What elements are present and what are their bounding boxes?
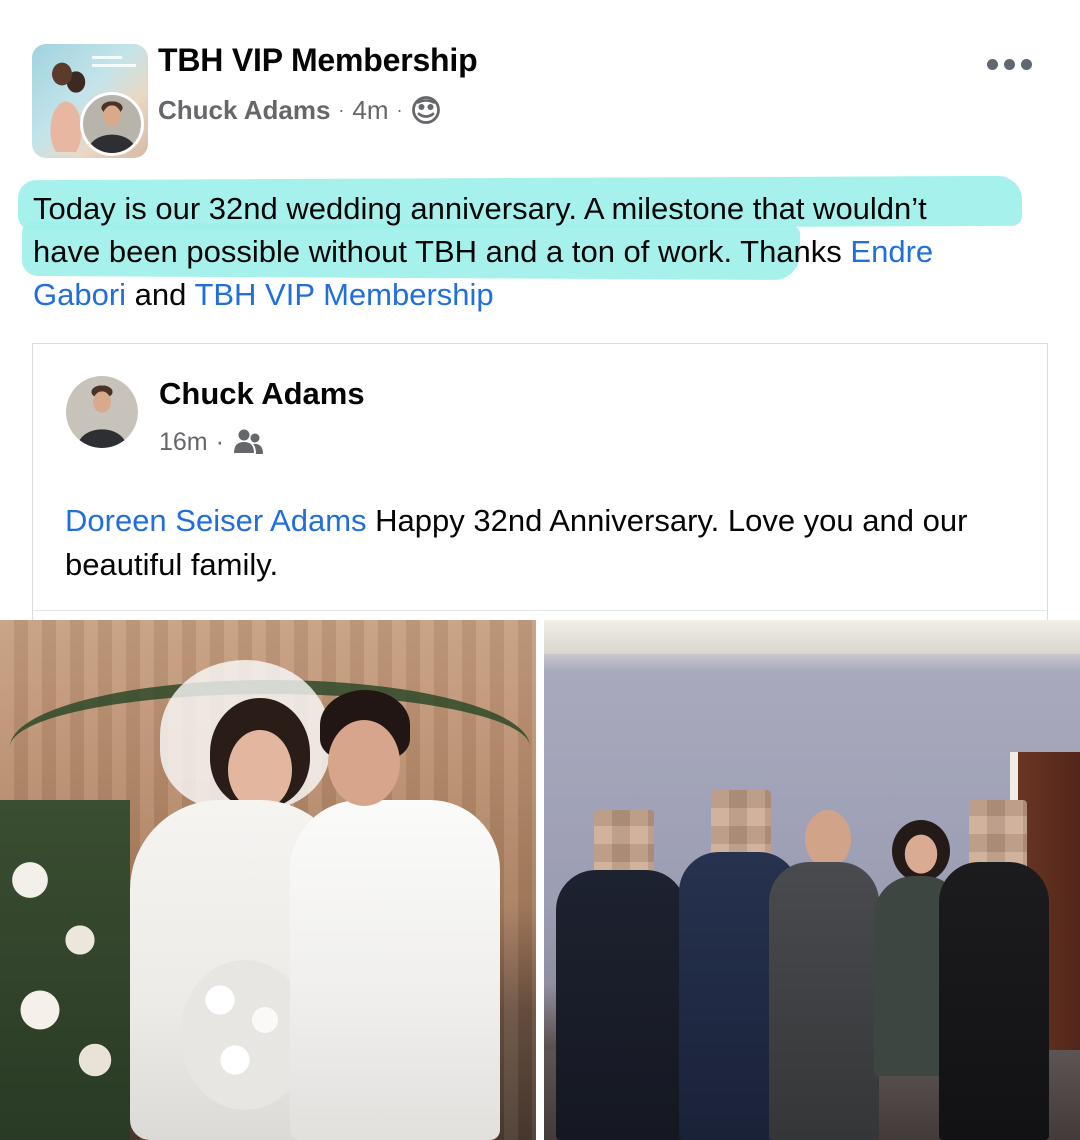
author-avatar[interactable] [80, 92, 144, 156]
post-text-and: and [126, 277, 195, 312]
globe-icon[interactable] [411, 95, 441, 125]
meta-separator: · [396, 99, 403, 120]
groom-figure [290, 690, 510, 1140]
post-text-highlighted-line-1: Today is our 32nd wedding anniversary. A… [33, 191, 927, 226]
shared-author-avatar-image [66, 376, 138, 448]
post-body: Today is our 32nd wedding anniversary. A… [33, 187, 1033, 316]
post-meta: Chuck Adams · 4m · [158, 92, 441, 128]
mention-tbh-vip-membership[interactable]: TBH VIP Membership [194, 277, 493, 312]
shared-author-avatar[interactable] [66, 376, 138, 448]
author-name-link[interactable]: Chuck Adams [158, 95, 330, 126]
card-divider [33, 610, 1047, 611]
shared-post-body: Doreen Seiser Adams Happy 32nd Anniversa… [65, 499, 1025, 587]
post-text-highlighted-line-2: have been possible without TBH and a ton… [33, 234, 733, 269]
friends-icon[interactable] [232, 427, 264, 457]
group-name-link[interactable]: TBH VIP Membership [158, 42, 478, 79]
person-black-suit [939, 800, 1049, 1140]
wedding-photo[interactable] [0, 620, 536, 1140]
meta-separator: · [338, 99, 345, 120]
post-timestamp[interactable]: 4m [352, 95, 388, 126]
shared-post-meta: 16m · [159, 424, 264, 460]
person-gray-suit [769, 810, 879, 1140]
shared-post-timestamp[interactable]: 16m [159, 428, 208, 457]
mention-doreen-seiser-adams[interactable]: Doreen Seiser Adams [65, 503, 367, 538]
family-photo[interactable] [544, 620, 1080, 1140]
post-text-thanks: Thanks [732, 234, 851, 269]
author-avatar-image [83, 95, 141, 153]
shared-author-name-link[interactable]: Chuck Adams [159, 376, 365, 412]
meta-separator: · [215, 427, 224, 456]
more-options-icon[interactable] [984, 52, 1034, 76]
person-marine-uniform [556, 810, 686, 1140]
group-cover-title-image [92, 56, 142, 76]
ceiling-molding [544, 620, 1080, 654]
